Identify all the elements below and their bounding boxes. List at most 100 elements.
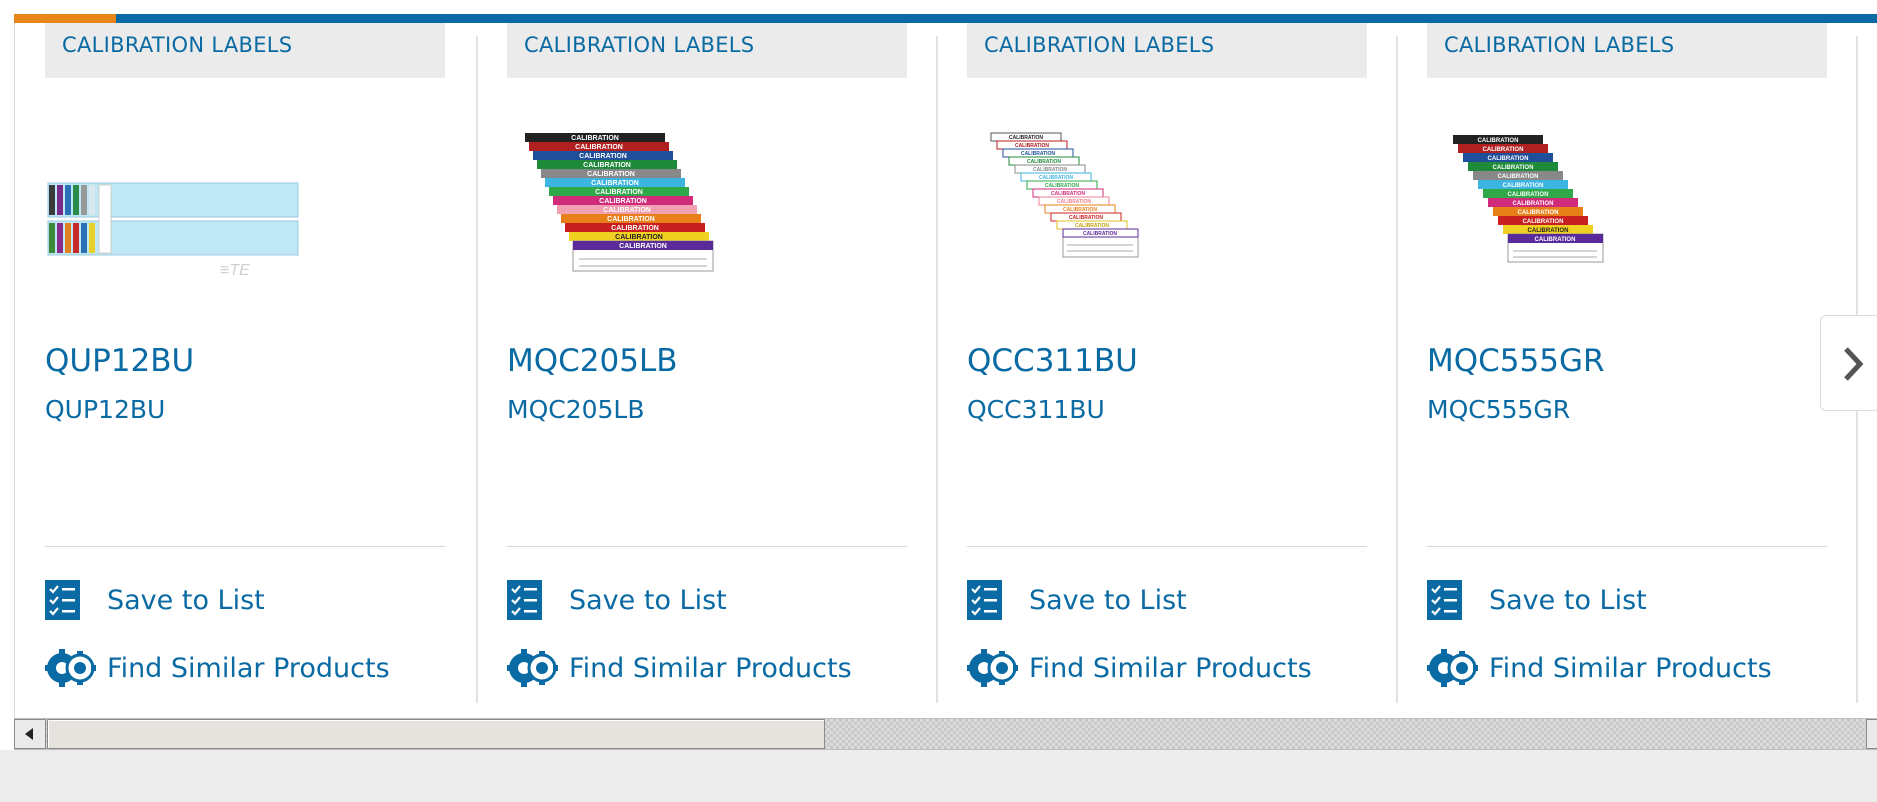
find-similar-products-button[interactable]: Find Similar Products [507, 647, 852, 689]
product-card: CALIBRATION LABELS CALIBRATION CALIBRATI… [967, 23, 1367, 703]
svg-text:CALIBRATION: CALIBRATION [607, 216, 655, 223]
svg-text:CALIBRATION: CALIBRATION [1033, 167, 1067, 173]
svg-text:≡TE: ≡TE [220, 262, 250, 279]
category-header[interactable]: CALIBRATION LABELS [967, 23, 1367, 78]
product-name-link[interactable]: QUP12BU [45, 343, 194, 379]
svg-text:CALIBRATION: CALIBRATION [1009, 135, 1043, 141]
svg-text:CALIBRATION: CALIBRATION [1045, 183, 1079, 189]
product-part-number[interactable]: QUP12BU [45, 395, 165, 424]
checklist-icon [507, 580, 542, 620]
svg-text:CALIBRATION: CALIBRATION [1498, 174, 1539, 180]
find-similar-label: Find Similar Products [1489, 652, 1772, 684]
save-to-list-label: Save to List [1489, 584, 1647, 616]
gears-icon [1427, 649, 1478, 687]
save-to-list-label: Save to List [107, 584, 265, 616]
svg-text:CALIBRATION: CALIBRATION [1535, 237, 1576, 243]
svg-text:CALIBRATION: CALIBRATION [591, 180, 639, 187]
card-divider [1427, 546, 1827, 547]
checklist-icon [1427, 580, 1462, 620]
find-similar-products-button[interactable]: Find Similar Products [45, 647, 390, 689]
svg-text:CALIBRATION: CALIBRATION [1021, 151, 1055, 157]
svg-text:CALIBRATION: CALIBRATION [1075, 223, 1109, 229]
svg-text:CALIBRATION: CALIBRATION [1518, 210, 1559, 216]
label-sheet-image[interactable]: ≡TE [45, 123, 305, 283]
category-label: CALIBRATION LABELS [524, 33, 755, 57]
svg-text:CALIBRATION: CALIBRATION [615, 234, 663, 241]
scroll-left-arrow[interactable] [14, 719, 46, 749]
card-separator [936, 36, 938, 703]
page-bottom-area [0, 750, 1877, 802]
svg-text:CALIBRATION: CALIBRATION [583, 162, 631, 169]
category-header[interactable]: CALIBRATION LABELS [507, 23, 907, 78]
svg-text:CALIBRATION: CALIBRATION [1493, 165, 1534, 171]
svg-text:CALIBRATION: CALIBRATION [587, 171, 635, 178]
label-stack-image[interactable]: CALIBRATION CALIBRATION CALIBRATION CALI… [507, 123, 767, 283]
svg-text:CALIBRATION: CALIBRATION [1051, 191, 1085, 197]
carousel-next-button[interactable] [1820, 315, 1877, 411]
find-similar-label: Find Similar Products [569, 652, 852, 684]
svg-text:CALIBRATION: CALIBRATION [1483, 147, 1524, 153]
label-stack-image[interactable]: CALIBRATION CALIBRATION CALIBRATION CALI… [967, 123, 1227, 283]
svg-text:CALIBRATION: CALIBRATION [571, 135, 619, 142]
svg-text:CALIBRATION: CALIBRATION [1508, 192, 1549, 198]
svg-text:CALIBRATION: CALIBRATION [611, 225, 659, 232]
category-label: CALIBRATION LABELS [984, 33, 1215, 57]
save-to-list-button[interactable]: Save to List [1427, 579, 1647, 621]
svg-text:CALIBRATION: CALIBRATION [1083, 231, 1117, 237]
scrollbar-thumb[interactable] [47, 719, 825, 749]
horizontal-scrollbar[interactable] [14, 718, 1877, 750]
svg-text:CALIBRATION: CALIBRATION [599, 198, 647, 205]
svg-text:CALIBRATION: CALIBRATION [619, 243, 667, 250]
scroll-right-arrow[interactable] [1866, 719, 1877, 749]
gears-icon [507, 649, 558, 687]
card-divider [507, 546, 907, 547]
card-separator [476, 36, 478, 703]
save-to-list-button[interactable]: Save to List [967, 579, 1187, 621]
svg-text:CALIBRATION: CALIBRATION [1057, 199, 1091, 205]
product-name-link[interactable]: QCC311BU [967, 343, 1138, 379]
svg-text:CALIBRATION: CALIBRATION [1503, 183, 1544, 189]
svg-text:CALIBRATION: CALIBRATION [603, 207, 651, 214]
find-similar-label: Find Similar Products [1029, 652, 1312, 684]
top-accent-bar [14, 14, 1877, 23]
find-similar-products-button[interactable]: Find Similar Products [967, 647, 1312, 689]
svg-text:CALIBRATION: CALIBRATION [1523, 219, 1564, 225]
category-label: CALIBRATION LABELS [1444, 33, 1675, 57]
product-part-number[interactable]: QCC311BU [967, 395, 1105, 424]
product-part-number[interactable]: MQC205LB [507, 395, 645, 424]
save-to-list-button[interactable]: Save to List [507, 579, 727, 621]
checklist-icon [45, 580, 80, 620]
svg-text:CALIBRATION: CALIBRATION [1039, 175, 1073, 181]
svg-text:CALIBRATION: CALIBRATION [1478, 138, 1519, 144]
svg-text:CALIBRATION: CALIBRATION [579, 153, 627, 160]
product-card: CALIBRATION LABELS ≡TE QUP12BU QUP12BU S… [45, 23, 445, 703]
card-divider [45, 546, 445, 547]
product-name-link[interactable]: MQC205LB [507, 343, 678, 379]
find-similar-label: Find Similar Products [107, 652, 390, 684]
category-header[interactable]: CALIBRATION LABELS [45, 23, 445, 78]
svg-text:CALIBRATION: CALIBRATION [1528, 228, 1569, 234]
save-to-list-label: Save to List [569, 584, 727, 616]
save-to-list-label: Save to List [1029, 584, 1187, 616]
svg-text:CALIBRATION: CALIBRATION [1027, 159, 1061, 165]
product-part-number[interactable]: MQC555GR [1427, 395, 1570, 424]
active-indicator [14, 14, 116, 23]
checklist-icon [967, 580, 1002, 620]
svg-text:CALIBRATION: CALIBRATION [1513, 201, 1554, 207]
svg-text:CALIBRATION: CALIBRATION [575, 144, 623, 151]
category-label: CALIBRATION LABELS [62, 33, 293, 57]
save-to-list-button[interactable]: Save to List [45, 579, 265, 621]
svg-text:CALIBRATION: CALIBRATION [1063, 207, 1097, 213]
svg-text:CALIBRATION: CALIBRATION [1069, 215, 1103, 221]
card-divider [967, 546, 1367, 547]
svg-text:CALIBRATION: CALIBRATION [1488, 156, 1529, 162]
gears-icon [967, 649, 1018, 687]
label-stack-image[interactable]: CALIBRATION CALIBRATION CALIBRATION CALI… [1427, 123, 1687, 283]
left-border [14, 23, 15, 718]
product-name-link[interactable]: MQC555GR [1427, 343, 1605, 379]
find-similar-products-button[interactable]: Find Similar Products [1427, 647, 1772, 689]
product-card: CALIBRATION LABELS CALIBRATION CALIBRATI… [507, 23, 907, 703]
gears-icon [45, 649, 96, 687]
category-header[interactable]: CALIBRATION LABELS [1427, 23, 1827, 78]
card-separator [1396, 36, 1398, 703]
